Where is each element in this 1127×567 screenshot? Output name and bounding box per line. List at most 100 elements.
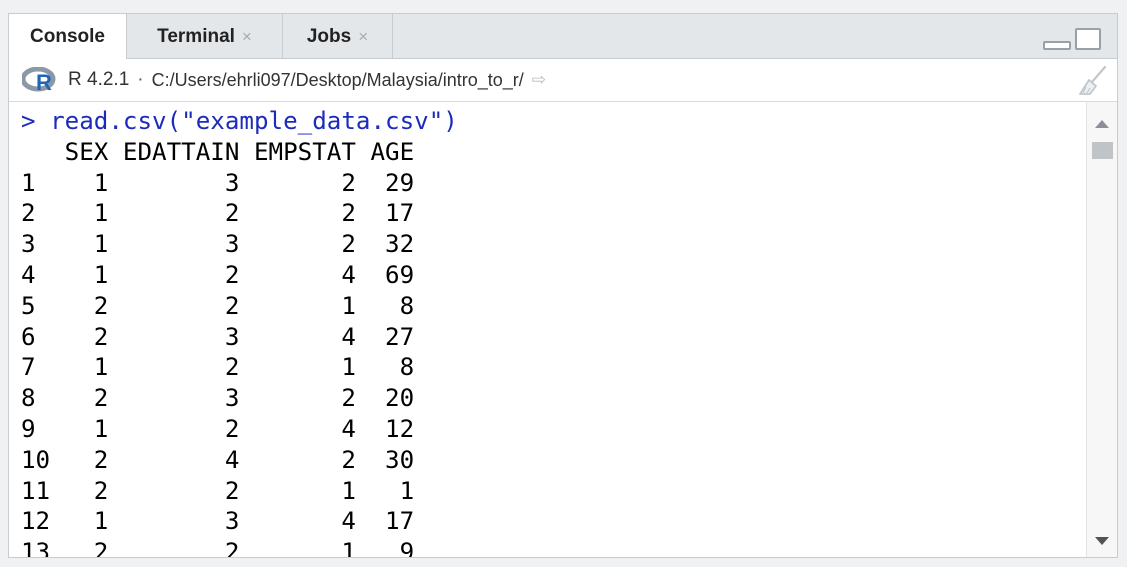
scroll-down-icon[interactable]: [1095, 537, 1109, 545]
separator: ·: [137, 69, 144, 90]
row-name: 12: [21, 507, 51, 536]
table-cell: 3: [108, 168, 240, 197]
working-directory[interactable]: C:/Users/ehrli097/Desktop/Malaysia/intro…: [152, 70, 524, 91]
table-header: SEX EDATTAIN EMPSTAT AGE: [64, 137, 415, 166]
table-cell: 4: [239, 507, 356, 536]
table-cell: 4: [108, 445, 240, 474]
table-cell: 1: [50, 507, 109, 536]
table-row: 8 2 3 2 20: [21, 384, 414, 412]
table-cell: 17: [355, 199, 415, 228]
table-cell: 2: [239, 384, 356, 413]
table-row: 1 1 3 2 29: [21, 169, 414, 197]
table-cell: 3: [108, 507, 240, 536]
table-cell: 2: [50, 322, 109, 351]
tab-jobs[interactable]: Jobs ×: [283, 14, 393, 59]
row-name: 2: [21, 199, 51, 228]
command-line: > read.csv("example_data.csv"): [21, 107, 458, 135]
table-row: 7 1 2 1 8: [21, 353, 414, 381]
r-version: R 4.2.1: [68, 69, 130, 90]
console-text: > read.csv("example_data.csv") SEX EDATT…: [9, 102, 1087, 558]
table-cell: 4: [239, 322, 356, 351]
table-cell: 2: [50, 476, 109, 505]
table-row: 12 1 3 4 17: [21, 507, 414, 535]
row-name: 4: [21, 260, 51, 289]
table-cell: 1: [239, 291, 356, 320]
table-cell: 69: [355, 260, 415, 289]
table-cell: 2: [108, 476, 240, 505]
table-cell: 1: [50, 353, 109, 382]
r-logo-letter: R: [36, 70, 52, 93]
table-cell: 1: [50, 168, 109, 197]
table-row: 3 1 3 2 32: [21, 230, 414, 258]
table-cell: 9: [355, 538, 415, 558]
table-cell: 8: [355, 291, 415, 320]
table-row: 11 2 2 1 1: [21, 477, 414, 505]
table-cell: 1: [50, 199, 109, 228]
row-name: 7: [21, 353, 51, 382]
table-cell: 1: [50, 230, 109, 259]
scroll-up-icon[interactable]: [1095, 120, 1109, 128]
table-cell: 2: [50, 291, 109, 320]
close-icon[interactable]: ×: [242, 27, 252, 47]
table-cell: 1: [239, 353, 356, 382]
broom-icon[interactable]: [1077, 65, 1109, 97]
table-cell: 3: [108, 384, 240, 413]
table-cell: 2: [50, 538, 109, 558]
r-logo-icon: R: [22, 67, 56, 93]
console-info-bar: R R 4.2.1 · C:/Users/ehrli097/Desktop/Ma…: [9, 59, 1117, 102]
table-cell: 20: [355, 384, 415, 413]
table-cell: 1: [355, 476, 415, 505]
tab-bar: Console Terminal × Jobs ×: [9, 14, 1117, 60]
table-cell: 2: [239, 445, 356, 474]
row-name: 3: [21, 230, 51, 259]
row-name: 11: [21, 476, 51, 505]
table-cell: 4: [239, 414, 356, 443]
table-cell: 12: [355, 414, 415, 443]
table-cell: 2: [239, 199, 356, 228]
table-row: 5 2 2 1 8: [21, 292, 414, 320]
table-cell: 2: [108, 260, 240, 289]
row-name: 6: [21, 322, 51, 351]
table-cell: 17: [355, 507, 415, 536]
table-cell: 4: [239, 260, 356, 289]
console-output[interactable]: > read.csv("example_data.csv") SEX EDATT…: [9, 102, 1087, 558]
tab-jobs-label: Jobs: [306, 25, 352, 47]
vertical-scrollbar[interactable]: [1086, 102, 1117, 557]
data-table-rows: 1 1 3 2 29 2 1 2 2 17 3 1 3 2 32 4 1 2 4…: [21, 169, 415, 558]
tab-terminal-label: Terminal: [157, 25, 235, 47]
row-name: 13: [21, 538, 51, 558]
table-cell: 30: [355, 445, 415, 474]
table-cell: 2: [239, 168, 356, 197]
table-cell: 29: [355, 168, 415, 197]
table-cell: 1: [239, 476, 356, 505]
table-cell: 27: [355, 322, 415, 351]
tab-console-label: Console: [30, 26, 105, 47]
table-cell: 3: [108, 322, 240, 351]
window-controls: [1043, 28, 1101, 50]
table-cell: 2: [108, 291, 240, 320]
table-cell: 2: [108, 199, 240, 228]
table-cell: 32: [355, 230, 415, 259]
scrollbar-thumb[interactable]: [1092, 142, 1113, 159]
row-name: 9: [21, 414, 51, 443]
tab-terminal[interactable]: Terminal ×: [127, 14, 283, 59]
table-cell: 2: [239, 230, 356, 259]
table-row: 2 1 2 2 17: [21, 199, 414, 227]
close-icon[interactable]: ×: [358, 27, 368, 47]
console-pane: Console Terminal × Jobs × R R 4.2.1 · C:…: [8, 13, 1118, 558]
table-cell: 8: [355, 353, 415, 382]
table-cell: 1: [50, 260, 109, 289]
minimize-pane-icon[interactable]: [1043, 41, 1071, 50]
goto-directory-icon[interactable]: ⇨: [532, 70, 546, 90]
table-cell: 2: [108, 538, 240, 558]
table-cell: 2: [50, 384, 109, 413]
table-row: 10 2 4 2 30: [21, 446, 414, 474]
prompt: >: [21, 107, 36, 135]
tab-console[interactable]: Console: [9, 14, 127, 60]
row-name: 8: [21, 384, 51, 413]
command-text: read.csv("example_data.csv"): [50, 107, 458, 135]
table-row: 4 1 2 4 69: [21, 261, 414, 289]
table-row: 6 2 3 4 27: [21, 323, 414, 351]
table-row: 13 2 2 1 9: [21, 538, 415, 558]
maximize-pane-icon[interactable]: [1075, 28, 1101, 50]
